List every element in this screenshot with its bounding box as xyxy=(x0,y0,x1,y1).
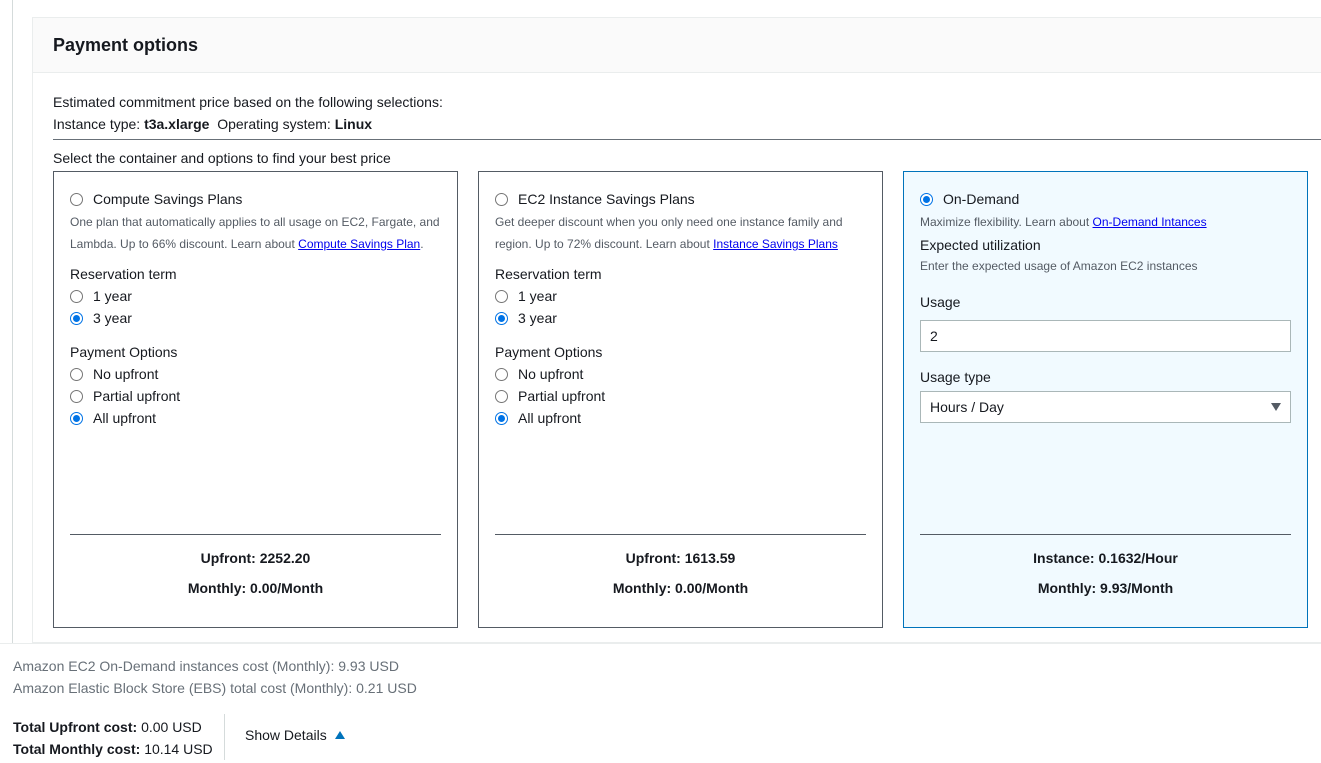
ec2-upfront-price: Upfront: 1613.59 xyxy=(625,550,736,566)
panel-title: Payment options xyxy=(53,34,199,55)
compute-monthly-price: Monthly: 0.00/Month xyxy=(187,580,324,596)
radio-icon[interactable] xyxy=(495,411,508,425)
payment-options-panel: Payment options Estimated commitment pri… xyxy=(32,17,1321,643)
compute-savings-plans-title: Compute Savings Plans xyxy=(93,191,243,207)
os-value: Linux xyxy=(334,116,373,132)
on-demand-radio[interactable] xyxy=(920,192,933,206)
compute-term-1-year[interactable]: 1 year xyxy=(70,285,441,307)
compute-savings-plans-desc: One plan that automatically applies to a… xyxy=(70,211,441,255)
compute-partial-upfront[interactable]: Partial upfront xyxy=(70,385,441,407)
estimate-block: Estimated commitment price based on the … xyxy=(53,91,443,135)
radio-icon[interactable] xyxy=(70,311,83,325)
instance-savings-plans-link[interactable]: Instance Savings Plans xyxy=(713,237,838,251)
totals-block: Total Upfront cost: 0.00 USD Total Month… xyxy=(13,716,213,760)
term-label: 3 year xyxy=(93,310,132,326)
radio-icon[interactable] xyxy=(495,367,508,381)
panel-header: Payment options xyxy=(33,18,1321,73)
ec2-term-3-year[interactable]: 3 year xyxy=(495,307,866,329)
ec2-term-1-year[interactable]: 1 year xyxy=(495,285,866,307)
instance-os-line: Instance type: t3a.xlarge Operating syst… xyxy=(53,113,443,135)
compute-term-3-year[interactable]: 3 year xyxy=(70,307,441,329)
on-demand-title: On-Demand xyxy=(943,191,1020,207)
ec2-instance-savings-plans-card[interactable]: EC2 Instance Savings Plans Get deeper di… xyxy=(478,171,883,628)
total-monthly-label: Total Monthly cost: xyxy=(13,741,141,757)
reservation-term-label: Reservation term xyxy=(495,266,602,282)
estimate-line: Estimated commitment price based on the … xyxy=(53,94,443,110)
radio-icon[interactable] xyxy=(70,367,83,381)
total-monthly-value: 10.14 USD xyxy=(144,741,213,757)
on-demand-option[interactable]: On-Demand xyxy=(920,188,1291,210)
total-monthly: Total Monthly cost: 10.14 USD xyxy=(13,738,213,760)
caret-up-icon xyxy=(334,731,345,739)
total-upfront: Total Upfront cost: 0.00 USD xyxy=(13,716,213,738)
show-details-label: Show Details xyxy=(245,727,327,743)
usage-type-value: Hours / Day xyxy=(930,399,1004,415)
payment-label: All upfront xyxy=(93,410,157,426)
on-demand-monthly-price: Monthly: 9.93/Month xyxy=(1037,580,1174,596)
expected-utilization-label: Expected utilization xyxy=(920,237,1041,253)
select-prompt: Select the container and options to find… xyxy=(53,150,391,166)
compute-no-upfront[interactable]: No upfront xyxy=(70,363,441,385)
term-label: 1 year xyxy=(93,288,132,304)
on-demand-instance-price: Instance: 0.1632/Hour xyxy=(1033,550,1178,566)
ec2-all-upfront[interactable]: All upfront xyxy=(495,407,866,429)
usage-type-select[interactable]: Hours / Day xyxy=(920,391,1291,423)
ec2-on-demand-cost: Amazon EC2 On-Demand instances cost (Mon… xyxy=(13,658,399,674)
show-details-button[interactable]: Show Details xyxy=(245,727,345,743)
radio-icon[interactable] xyxy=(70,411,83,425)
on-demand-instances-link[interactable]: On-Demand Intances xyxy=(1093,215,1207,229)
ec2-instance-savings-plans-title: EC2 Instance Savings Plans xyxy=(518,191,695,207)
usage-type-label: Usage type xyxy=(920,369,991,385)
total-upfront-value: 0.00 USD xyxy=(141,719,202,735)
on-demand-desc-text: Maximize flexibility. Learn about xyxy=(920,215,1093,229)
instance-type-value: t3a.xlarge xyxy=(144,116,210,132)
usage-label: Usage xyxy=(920,294,961,310)
radio-icon[interactable] xyxy=(495,311,508,325)
on-demand-price-footer: Instance: 0.1632/Hour Monthly: 9.93/Mont… xyxy=(920,534,1291,603)
left-rule xyxy=(12,0,13,643)
compute-savings-plan-link[interactable]: Compute Savings Plan xyxy=(298,237,420,251)
radio-icon[interactable] xyxy=(495,389,508,403)
compute-savings-plans-option[interactable]: Compute Savings Plans xyxy=(70,188,441,210)
on-demand-desc: Maximize flexibility. Learn about On-Dem… xyxy=(920,211,1291,233)
instance-type-label: Instance type: xyxy=(53,116,141,132)
compute-desc-end: . xyxy=(420,237,424,251)
caret-down-icon xyxy=(1271,403,1281,411)
term-label: 1 year xyxy=(518,288,557,304)
ec2-instance-savings-plans-option[interactable]: EC2 Instance Savings Plans xyxy=(495,188,866,210)
ec2-instance-savings-plans-desc: Get deeper discount when you only need o… xyxy=(495,211,866,255)
ec2-instance-savings-plans-radio[interactable] xyxy=(495,192,508,206)
compute-price-footer: Upfront: 2252.20 Monthly: 0.00/Month xyxy=(70,534,441,603)
payment-options-label: Payment Options xyxy=(495,344,603,360)
compute-upfront-price: Upfront: 2252.20 xyxy=(200,550,311,566)
payment-label: No upfront xyxy=(93,366,159,382)
compute-savings-plans-card[interactable]: Compute Savings Plans One plan that auto… xyxy=(53,171,458,628)
payment-label: Partial upfront xyxy=(93,388,181,404)
vertical-divider xyxy=(224,714,225,760)
radio-icon[interactable] xyxy=(70,289,83,303)
payment-label: No upfront xyxy=(518,366,584,382)
ec2-price-footer: Upfront: 1613.59 Monthly: 0.00/Month xyxy=(495,534,866,603)
ec2-no-upfront[interactable]: No upfront xyxy=(495,363,866,385)
os-label: Operating system: xyxy=(217,116,331,132)
term-label: 3 year xyxy=(518,310,557,326)
expected-utilization-hint: Enter the expected usage of Amazon EC2 i… xyxy=(920,259,1198,273)
divider xyxy=(53,139,1321,140)
reservation-term-label: Reservation term xyxy=(70,266,177,282)
on-demand-card[interactable]: On-Demand Maximize flexibility. Learn ab… xyxy=(903,171,1308,628)
total-upfront-label: Total Upfront cost: xyxy=(13,719,138,735)
compute-all-upfront[interactable]: All upfront xyxy=(70,407,441,429)
payment-options-label: Payment Options xyxy=(70,344,178,360)
ec2-partial-upfront[interactable]: Partial upfront xyxy=(495,385,866,407)
payment-label: Partial upfront xyxy=(518,388,606,404)
ec2-monthly-price: Monthly: 0.00/Month xyxy=(612,580,749,596)
compute-savings-plans-radio[interactable] xyxy=(70,192,83,206)
radio-icon[interactable] xyxy=(495,289,508,303)
ebs-total-cost: Amazon Elastic Block Store (EBS) total c… xyxy=(13,680,417,696)
radio-icon[interactable] xyxy=(70,389,83,403)
usage-input[interactable] xyxy=(920,320,1291,352)
cost-summary: Amazon EC2 On-Demand instances cost (Mon… xyxy=(0,643,1321,763)
payment-label: All upfront xyxy=(518,410,582,426)
